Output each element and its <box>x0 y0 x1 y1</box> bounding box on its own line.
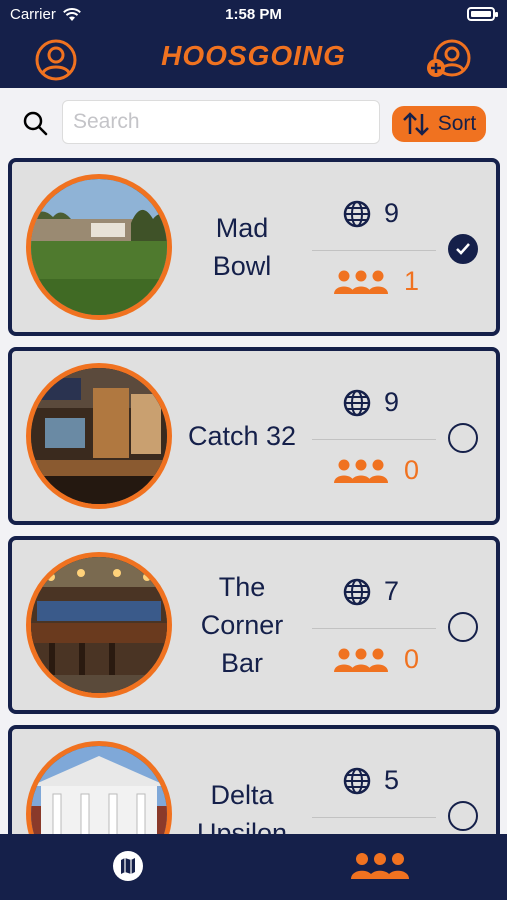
stat-divider <box>312 817 436 818</box>
global-count-value: 5 <box>384 765 400 795</box>
tab-groups[interactable] <box>348 844 412 888</box>
globe-icon <box>343 578 371 605</box>
search-input[interactable] <box>62 100 380 144</box>
stat-divider <box>312 250 436 251</box>
stat-divider <box>312 439 436 440</box>
group-count: 0 <box>332 644 419 675</box>
app-header: Carrier 1:58 PM HOOSGOING <box>0 0 507 88</box>
group-icon <box>351 853 409 879</box>
select-radio[interactable] <box>448 423 478 453</box>
place-photo <box>26 174 172 320</box>
place-photo <box>26 552 172 698</box>
globe-icon <box>343 767 371 794</box>
tab-map[interactable] <box>108 844 148 888</box>
group-icon <box>334 648 388 672</box>
place-card[interactable]: Delta Upsilon 5 <box>8 725 500 834</box>
checkmark-icon <box>456 243 470 255</box>
status-bar: Carrier 1:58 PM <box>0 4 507 26</box>
sort-icon <box>402 112 429 136</box>
group-count: 1 <box>332 266 419 297</box>
global-count-value: 9 <box>384 198 400 228</box>
global-count-value: 7 <box>384 576 400 606</box>
global-count: 7 <box>342 576 399 607</box>
select-radio[interactable] <box>448 234 478 264</box>
group-icon <box>334 459 388 483</box>
search-icon[interactable] <box>22 110 48 136</box>
status-time: 1:58 PM <box>225 6 282 23</box>
select-radio[interactable] <box>448 801 478 831</box>
place-name: Mad Bowl <box>212 213 272 281</box>
tab-bar <box>0 834 507 900</box>
place-name: The Corner Bar <box>200 572 284 678</box>
add-user-icon <box>427 39 471 77</box>
add-user-button[interactable] <box>424 38 474 82</box>
places-list[interactable]: Mad Bowl 9 1 Catch 32 9 0 The Corner Bar… <box>0 156 507 834</box>
sort-button[interactable]: Sort <box>392 106 486 142</box>
group-count-value: 0 <box>404 644 420 674</box>
search-bar: Sort <box>0 88 507 156</box>
global-count: 9 <box>342 198 399 229</box>
globe-icon <box>343 389 371 416</box>
place-name: Catch 32 <box>187 421 297 451</box>
place-photo <box>26 363 172 509</box>
group-icon <box>334 270 388 294</box>
place-card[interactable]: Mad Bowl 9 1 <box>8 158 500 336</box>
globe-icon <box>343 200 371 227</box>
place-card[interactable]: The Corner Bar 7 0 <box>8 536 500 714</box>
place-name: Delta Upsilon <box>196 780 288 834</box>
group-count-value: 0 <box>404 455 420 485</box>
sort-label: Sort <box>437 112 477 135</box>
global-count: 9 <box>342 387 399 418</box>
global-count-value: 9 <box>384 387 400 417</box>
battery-icon <box>467 7 498 21</box>
stat-divider <box>312 628 436 629</box>
group-count-value: 1 <box>404 266 420 296</box>
select-radio[interactable] <box>448 612 478 642</box>
place-card[interactable]: Catch 32 9 0 <box>8 347 500 525</box>
group-count: 0 <box>332 455 419 486</box>
map-icon <box>113 851 143 881</box>
place-photo <box>26 741 172 834</box>
global-count: 5 <box>342 765 399 796</box>
